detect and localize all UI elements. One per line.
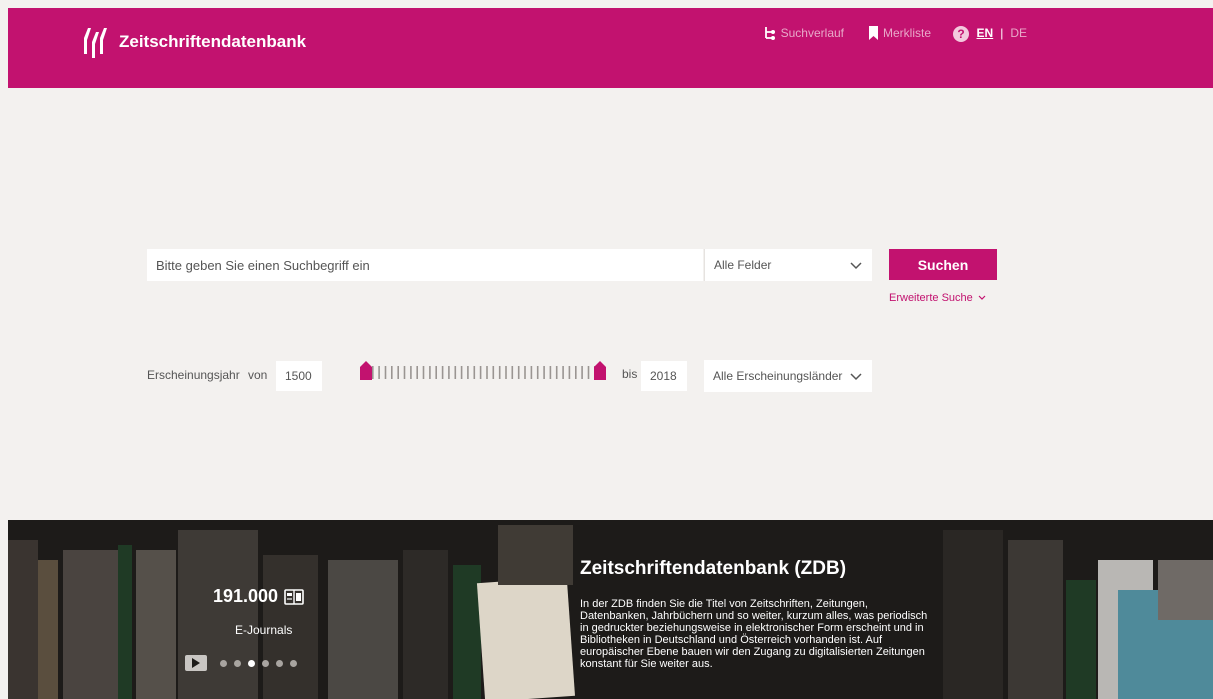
slider-tick — [435, 366, 437, 379]
slider-tick — [492, 366, 495, 379]
country-select-value: Alle Erscheinungsländer — [713, 369, 843, 383]
slider-tick — [498, 366, 501, 379]
help-button[interactable]: ? — [953, 26, 969, 42]
slider-handle-start[interactable] — [360, 361, 372, 380]
year-to-label: bis — [622, 367, 638, 381]
stat-number: 191.000 — [213, 586, 279, 606]
slider-tick — [473, 366, 476, 379]
slider-tick — [536, 366, 539, 379]
slider-tick — [422, 366, 425, 379]
slider-tick — [416, 366, 418, 379]
slider-tick — [372, 366, 374, 379]
slider-tick — [429, 366, 431, 379]
slider-tick — [562, 366, 564, 379]
slider-tick — [587, 366, 590, 379]
slider-tick — [575, 366, 577, 379]
history-link[interactable]: Suchverlauf — [763, 26, 844, 40]
hero-stat: 191.000 — [213, 586, 304, 607]
carousel-dot[interactable] — [262, 660, 269, 667]
carousel-dot[interactable] — [220, 660, 227, 667]
slider-tick — [486, 366, 488, 379]
year-range-slider[interactable] — [358, 359, 607, 383]
slider-tick — [448, 366, 450, 379]
slider-tick — [555, 366, 558, 379]
play-icon — [192, 658, 200, 668]
carousel-play-button[interactable] — [185, 655, 207, 671]
hero-title: Zeitschriftendatenbank (ZDB) — [580, 558, 847, 579]
slider-tick — [524, 366, 526, 379]
help-icon: ? — [953, 26, 969, 42]
slider-tick — [467, 366, 469, 379]
advanced-search-label: Erweiterte Suche — [889, 292, 973, 304]
bookmark-icon — [868, 26, 878, 40]
slider-tick — [568, 366, 571, 379]
bookmarks-label: Merkliste — [882, 26, 931, 40]
lang-de-link[interactable]: DE — [1010, 26, 1027, 40]
slider-tick — [403, 366, 406, 379]
stat-label: E-Journals — [235, 623, 293, 637]
site-logo[interactable]: Zeitschriftendatenbank — [83, 26, 306, 58]
carousel-dot[interactable] — [276, 660, 283, 667]
history-label: Suchverlauf — [780, 26, 844, 40]
history-icon — [764, 27, 775, 40]
advanced-search-link[interactable]: Erweiterte Suche — [889, 292, 986, 304]
slider-tick — [549, 366, 552, 379]
field-select-value: Alle Felder — [714, 258, 772, 272]
slider-tick — [581, 366, 583, 379]
chevron-down-icon — [850, 373, 862, 381]
slider-tick — [505, 366, 507, 379]
brand-name: Zeitschriftendatenbank — [119, 32, 307, 51]
bookmarks-link[interactable]: Merkliste — [868, 26, 931, 40]
slider-tick — [391, 366, 393, 379]
slider-handle-end[interactable] — [594, 361, 606, 380]
site-header: Zeitschriftendatenbank Suchverlauf Merkl… — [8, 8, 1213, 88]
carousel-dots — [220, 660, 297, 667]
carousel-dot[interactable] — [248, 660, 255, 667]
year-from-label: von — [248, 368, 268, 382]
slider-tick — [460, 366, 463, 379]
slider-tick — [511, 366, 514, 379]
search-button[interactable]: Suchen — [889, 249, 997, 280]
hero-banner: 191.000 E-Journals Zeitschriftendatenban… — [8, 520, 1213, 699]
lang-en-link[interactable]: EN — [977, 26, 994, 40]
chevron-down-icon — [850, 262, 862, 270]
slider-tick — [530, 366, 533, 379]
carousel-dot[interactable] — [234, 660, 241, 667]
search-input[interactable]: Bitte geben Sie einen Suchbegriff ein — [147, 249, 703, 281]
country-select[interactable]: Alle Erscheinungsländer — [704, 360, 872, 392]
slider-tick — [517, 366, 520, 379]
slider-tick — [397, 366, 399, 379]
slider-tick — [543, 366, 545, 379]
hero-description: In der ZDB finden Sie die Titel von Zeit… — [580, 598, 928, 670]
slider-tick — [410, 366, 412, 379]
year-from-input[interactable]: 1500 — [276, 361, 322, 391]
year-to-input[interactable]: 2018 — [641, 361, 687, 391]
zdb-logo-icon — [84, 28, 107, 58]
carousel-dot[interactable] — [290, 660, 297, 667]
lang-separator: | — [1000, 26, 1004, 40]
slider-tick — [378, 366, 380, 379]
slider-tick — [479, 366, 482, 379]
language-switcher: EN | DE — [977, 26, 1027, 40]
slider-tick — [384, 366, 387, 379]
field-select[interactable]: Alle Felder — [704, 249, 872, 281]
slider-tick — [441, 366, 444, 379]
slider-tick — [454, 366, 457, 379]
year-filter-label: Erscheinungsjahr — [147, 368, 240, 382]
chevron-down-icon — [978, 295, 986, 300]
journal-icon — [284, 588, 304, 605]
